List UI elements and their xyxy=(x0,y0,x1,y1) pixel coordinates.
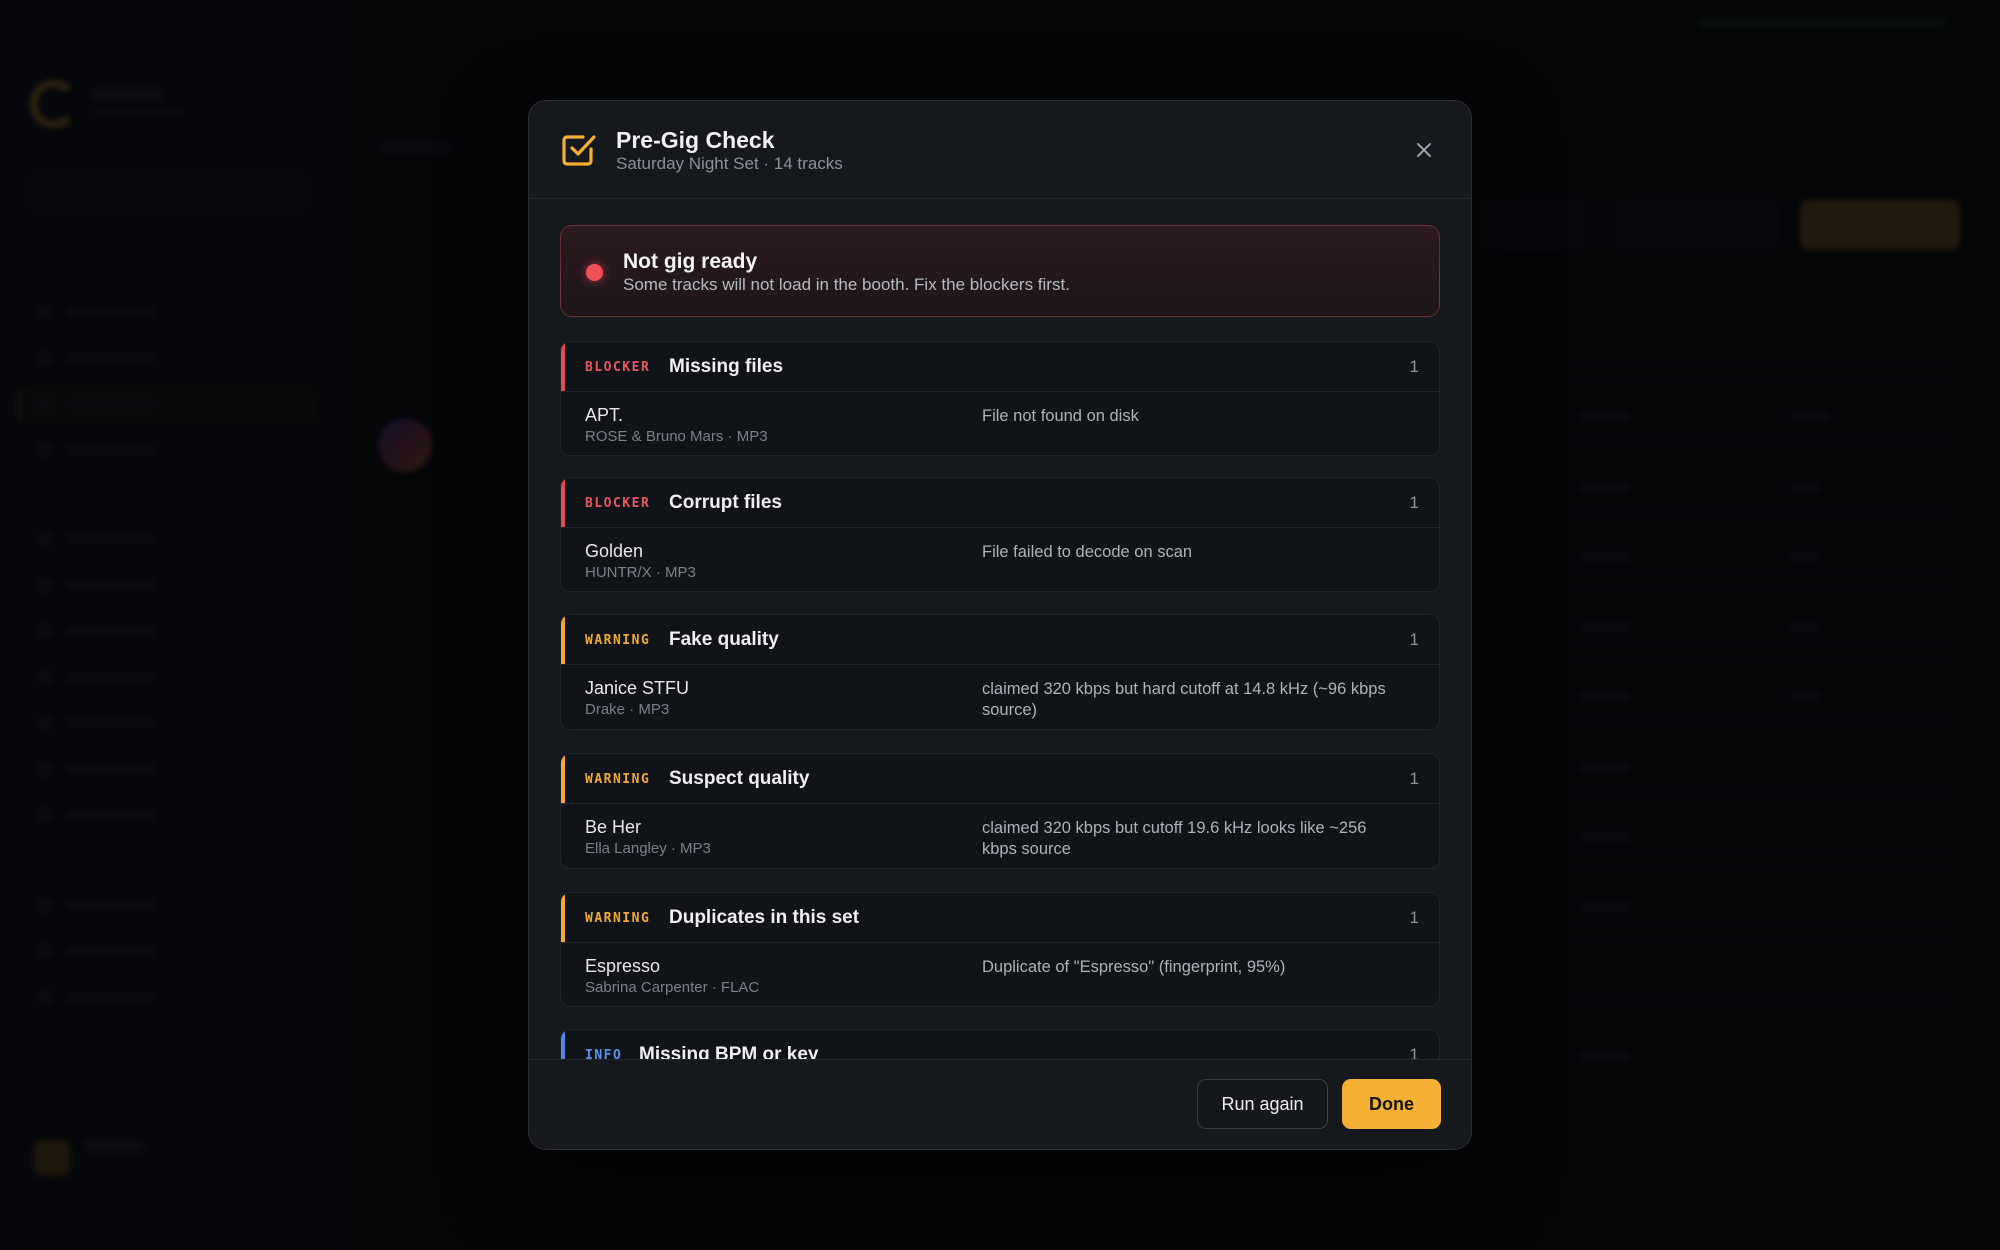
track-title[interactable]: Golden xyxy=(585,541,643,562)
track-title[interactable]: APT. xyxy=(585,405,623,426)
track-meta: HUNTR/X · MP3 xyxy=(585,564,696,581)
status-banner: Not gig ready Some tracks will not load … xyxy=(560,225,1440,317)
status-dot-icon xyxy=(586,264,603,281)
dialog-header: Pre-Gig Check Saturday Night Set · 14 tr… xyxy=(529,101,1471,199)
dialog-title: Pre-Gig Check xyxy=(616,127,775,153)
track-meta: ROSE & Bruno Mars · MP3 xyxy=(585,428,768,445)
status-description: Some tracks will not load in the booth. … xyxy=(623,275,1070,294)
severity-badge: WARNING xyxy=(585,911,651,926)
issue-title: Suspect quality xyxy=(669,768,810,789)
severity-badge: BLOCKER xyxy=(585,496,651,511)
issue-title: Corrupt files xyxy=(669,492,782,513)
issue-count: 1 xyxy=(1409,630,1419,649)
track-title[interactable]: Espresso xyxy=(585,956,660,977)
issue-card-corrupt-files: BLOCKER Corrupt files 1 Golden HUNTR/X ·… xyxy=(560,477,1440,592)
dialog-footer: Run again Done xyxy=(529,1059,1471,1149)
track-meta: Drake · MP3 xyxy=(585,701,670,718)
track-meta: Sabrina Carpenter · FLAC xyxy=(585,979,760,996)
issue-title: Duplicates in this set xyxy=(669,907,860,928)
run-again-button[interactable]: Run again xyxy=(1197,1079,1328,1129)
issue-reason: claimed 320 kbps but cutoff 19.6 kHz loo… xyxy=(982,819,1367,858)
severity-badge: BLOCKER xyxy=(585,360,651,375)
issue-reason: File failed to decode on scan xyxy=(982,543,1193,561)
issue-card-duplicates: WARNING Duplicates in this set 1 Espress… xyxy=(560,892,1440,1007)
issue-reason: Duplicate of "Espresso" (fingerprint, 95… xyxy=(982,958,1286,976)
severity-badge: WARNING xyxy=(585,633,651,648)
issue-reason: File not found on disk xyxy=(982,407,1139,425)
track-meta: Ella Langley · MP3 xyxy=(585,840,711,857)
status-title: Not gig ready xyxy=(623,250,758,273)
pre-gig-check-dialog: Pre-Gig Check Saturday Night Set · 14 tr… xyxy=(528,100,1472,1150)
dialog-subtitle: Saturday Night Set · 14 tracks xyxy=(616,154,843,173)
issue-count: 1 xyxy=(1409,908,1419,927)
close-icon[interactable] xyxy=(1415,141,1433,159)
issue-title: Missing files xyxy=(669,356,784,377)
issue-reason: claimed 320 kbps but hard cutoff at 14.8… xyxy=(982,680,1386,719)
issue-count: 1 xyxy=(1409,493,1419,512)
issue-count: 1 xyxy=(1409,357,1419,376)
done-button[interactable]: Done xyxy=(1342,1079,1441,1129)
issue-count: 1 xyxy=(1409,769,1419,788)
issue-card-missing-files: BLOCKER Missing files 1 APT. ROSE & Brun… xyxy=(560,341,1440,456)
track-title[interactable]: Janice STFU xyxy=(585,678,689,699)
issue-title: Fake quality xyxy=(669,629,779,650)
severity-badge: WARNING xyxy=(585,772,651,787)
track-title[interactable]: Be Her xyxy=(585,817,641,838)
issue-card-suspect-quality: WARNING Suspect quality 1 Be Her Ella La… xyxy=(560,753,1440,869)
checkbox-check-icon xyxy=(562,135,596,166)
issue-card-fake-quality: WARNING Fake quality 1 Janice STFU Drake… xyxy=(560,614,1440,730)
